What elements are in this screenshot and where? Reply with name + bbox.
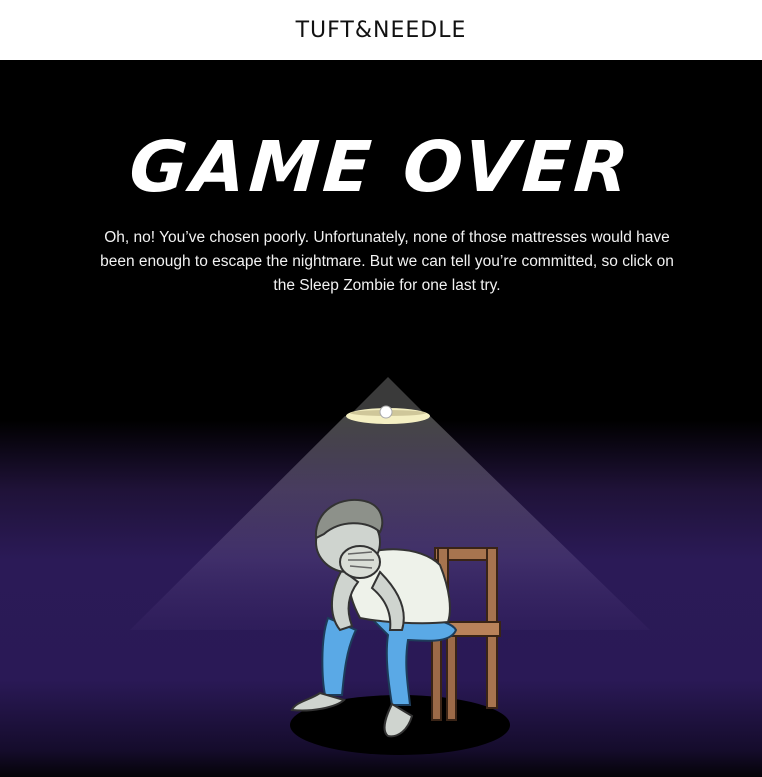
game-over-message: Oh, no! You’ve chosen poorly. Unfortunat… xyxy=(100,229,674,294)
sleep-zombie-illustration xyxy=(290,498,510,755)
game-over-title: GAME OVER xyxy=(126,126,636,208)
sleep-zombie-button[interactable] xyxy=(280,490,520,775)
brand-logo[interactable]: TUFT&NEEDLE xyxy=(296,18,467,43)
game-over-stage: GAME OVER Oh, no! You’ve chosen poorly. … xyxy=(0,60,762,777)
site-header: TUFT&NEEDLE xyxy=(0,0,762,60)
hanging-lamp-icon xyxy=(346,377,430,424)
